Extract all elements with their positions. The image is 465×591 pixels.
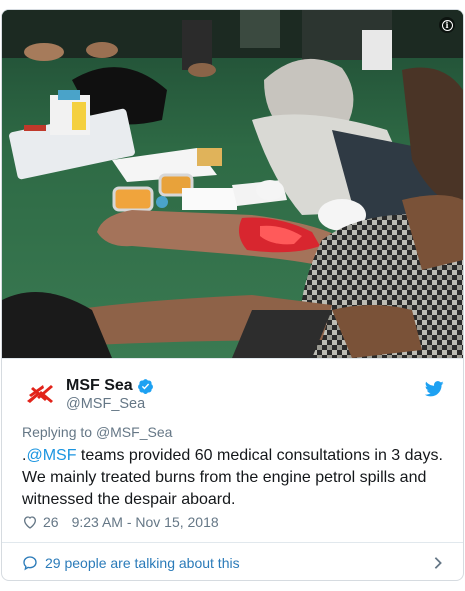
embedded-tweet-card: i MSF Sea @MSF_Sea Replying to @MSF_Sea … <box>1 9 464 581</box>
tweet-text: .@MSF teams provided 60 medical consulta… <box>22 445 452 511</box>
chevron-right-icon <box>434 557 442 569</box>
like-count[interactable]: 26 <box>43 514 59 530</box>
info-icon: i <box>441 19 453 31</box>
tweet-text-body: teams provided 60 medical consultations … <box>22 447 443 508</box>
tweet-header: MSF Sea @MSF_Sea <box>2 358 463 420</box>
display-name[interactable]: MSF Sea <box>66 377 133 395</box>
comment-icon <box>23 556 37 571</box>
replying-to-label: Replying to <box>22 424 96 440</box>
reply-target-link[interactable]: @MSF_Sea <box>96 424 172 440</box>
msf-logo-icon <box>27 385 53 403</box>
tweet-photo[interactable]: i <box>2 10 463 358</box>
twitter-bird-icon[interactable] <box>425 381 444 397</box>
conversation-link[interactable]: 29 people are talking about this <box>2 542 463 580</box>
verified-badge-icon <box>137 378 153 394</box>
tweet-meta: 26 9:23 AM - Nov 15, 2018 <box>22 514 219 530</box>
timestamp[interactable]: 9:23 AM - Nov 15, 2018 <box>72 514 219 530</box>
replying-to: Replying to @MSF_Sea <box>22 424 172 440</box>
alt-info-button[interactable]: i <box>439 17 455 33</box>
talking-about-label[interactable]: 29 people are talking about this <box>45 555 240 571</box>
avatar[interactable] <box>22 376 58 412</box>
heart-icon[interactable] <box>22 514 38 530</box>
mention-link[interactable]: @MSF <box>26 447 76 464</box>
handle[interactable]: @MSF_Sea <box>66 396 145 412</box>
medical-treatment-scene <box>2 10 463 358</box>
